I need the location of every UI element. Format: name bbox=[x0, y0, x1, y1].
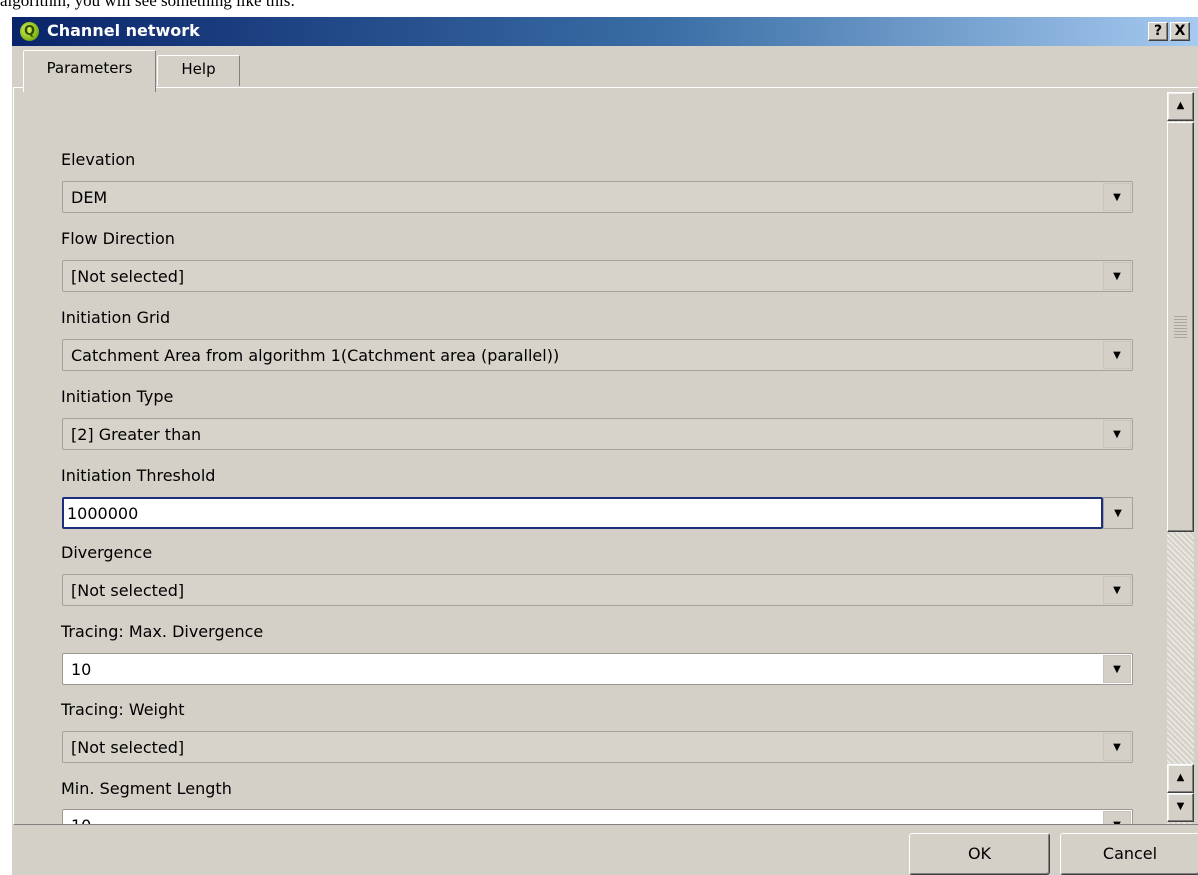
help-button[interactable]: ? bbox=[1148, 22, 1168, 41]
parameters-panel: Elevation DEM ▼ Flow Direction [Not sele… bbox=[13, 87, 1198, 825]
dropdown-arrow-icon[interactable]: ▼ bbox=[1103, 655, 1131, 683]
flow-direction-label: Flow Direction bbox=[61, 229, 175, 248]
window-title: Channel network bbox=[47, 21, 200, 40]
max-divergence-value: 10 bbox=[71, 660, 92, 679]
background-document-text: algorithm, you will see something like t… bbox=[0, 0, 296, 10]
dropdown-arrow-icon[interactable]: ▼ bbox=[1103, 420, 1131, 448]
scroll-down-button[interactable]: ▼ bbox=[1167, 793, 1194, 822]
scrollbar-thumb[interactable] bbox=[1167, 122, 1194, 532]
dropdown-arrow-icon[interactable]: ▼ bbox=[1103, 497, 1133, 529]
divergence-select[interactable]: [Not selected] ▼ bbox=[62, 574, 1133, 606]
tab-parameters[interactable]: Parameters bbox=[23, 50, 156, 92]
qgis-app-icon: Q bbox=[20, 22, 39, 41]
tracing-weight-label: Tracing: Weight bbox=[61, 700, 185, 719]
elevation-select[interactable]: DEM ▼ bbox=[62, 181, 1133, 213]
initiation-type-select[interactable]: [2] Greater than ▼ bbox=[62, 418, 1133, 450]
scroll-up-button-lower[interactable]: ▲ bbox=[1167, 764, 1194, 793]
dropdown-arrow-icon[interactable]: ▼ bbox=[1103, 811, 1131, 824]
dropdown-arrow-icon[interactable]: ▼ bbox=[1103, 262, 1131, 290]
dropdown-arrow-icon[interactable]: ▼ bbox=[1103, 341, 1131, 369]
elevation-value: DEM bbox=[71, 188, 108, 207]
initiation-grid-select[interactable]: Catchment Area from algorithm 1(Catchmen… bbox=[62, 339, 1133, 371]
grip-icon bbox=[1174, 316, 1187, 338]
min-segment-length-label: Min. Segment Length bbox=[61, 779, 232, 798]
scroll-up-button[interactable]: ▲ bbox=[1167, 92, 1194, 121]
tab-help[interactable]: Help bbox=[157, 55, 240, 86]
max-divergence-label: Tracing: Max. Divergence bbox=[61, 622, 264, 641]
max-divergence-input[interactable]: 10 ▼ bbox=[62, 653, 1133, 685]
elevation-label: Elevation bbox=[61, 150, 136, 169]
initiation-threshold-value: 1000000 bbox=[67, 504, 139, 523]
min-segment-length-input[interactable]: 10 ▼ bbox=[62, 809, 1133, 824]
channel-network-dialog: Q Channel network ? X Parameters Help El… bbox=[11, 17, 1198, 875]
flow-direction-select[interactable]: [Not selected] ▼ bbox=[62, 260, 1133, 292]
initiation-threshold-input[interactable]: 1000000 ▼ bbox=[62, 497, 1133, 529]
initiation-threshold-label: Initiation Threshold bbox=[61, 466, 216, 485]
ok-button[interactable]: OK bbox=[909, 833, 1050, 875]
divergence-label: Divergence bbox=[61, 543, 153, 562]
title-bar[interactable]: Q Channel network ? X bbox=[12, 17, 1198, 46]
tracing-weight-value: [Not selected] bbox=[71, 738, 185, 757]
initiation-type-value: [2] Greater than bbox=[71, 425, 202, 444]
dropdown-arrow-icon[interactable]: ▼ bbox=[1103, 183, 1131, 211]
flow-direction-value: [Not selected] bbox=[71, 267, 185, 286]
initiation-grid-label: Initiation Grid bbox=[61, 308, 171, 327]
dropdown-arrow-icon[interactable]: ▼ bbox=[1103, 576, 1131, 604]
initiation-grid-value: Catchment Area from algorithm 1(Catchmen… bbox=[71, 346, 560, 365]
tracing-weight-select[interactable]: [Not selected] ▼ bbox=[62, 731, 1133, 763]
close-button[interactable]: X bbox=[1170, 22, 1190, 41]
initiation-type-label: Initiation Type bbox=[61, 387, 174, 406]
divergence-value: [Not selected] bbox=[71, 581, 185, 600]
min-segment-length-value: 10 bbox=[71, 816, 91, 824]
vertical-scrollbar[interactable]: ▲ ▲ ▼ bbox=[1167, 92, 1194, 824]
dropdown-arrow-icon[interactable]: ▼ bbox=[1103, 733, 1131, 761]
cancel-button[interactable]: Cancel bbox=[1060, 833, 1198, 875]
